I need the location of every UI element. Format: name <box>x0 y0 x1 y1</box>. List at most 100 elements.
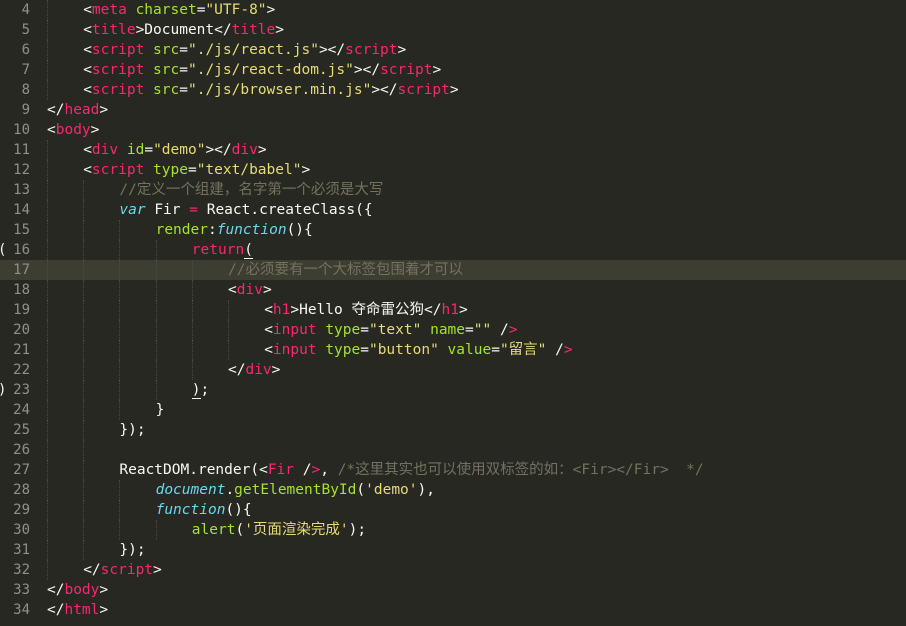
code-line[interactable]: 12 <script type="text/babel"> <box>0 160 906 180</box>
code-token: > <box>311 462 321 478</box>
indent-guide <box>83 520 85 540</box>
code-text: alert('页面渲染完成'); <box>192 520 366 540</box>
code-text: </body> <box>47 580 108 600</box>
code-line[interactable]: 31}); <box>0 540 906 560</box>
code-token: > <box>271 362 281 378</box>
indent-guide <box>47 540 48 560</box>
code-line[interactable]: 20 <input type="text" name="" /> <box>0 320 906 340</box>
code-line[interactable]: 15 render:function(){ <box>0 220 906 240</box>
code-line[interactable]: 34 </html> <box>0 600 906 620</box>
code-token: "" <box>473 322 492 338</box>
code-token: src <box>153 82 180 98</box>
code-line[interactable]: 8 <script src="./js/browser.min.js"></scr… <box>0 80 906 100</box>
code-line[interactable]: 4 <meta charset="UTF-8"> <box>0 0 906 20</box>
code-line[interactable]: 13 //定义一个组建，名字第一个必须是大写 <box>0 180 906 200</box>
code-line[interactable]: 6 <script src="./js/react.js"></script> <box>0 40 906 60</box>
code-line[interactable]: 22 </div> <box>0 360 906 380</box>
code-token: ) <box>191 382 201 399</box>
code-text: }); <box>119 420 145 440</box>
code-token: div <box>91 142 119 158</box>
code-token: "./js/react.js" <box>187 42 319 58</box>
fold-marker[interactable]: ( <box>0 240 6 260</box>
indent-guide <box>47 360 48 380</box>
code-token: charset <box>135 2 197 18</box>
code-line[interactable]: 18 <div> <box>0 280 906 300</box>
code-line[interactable]: 29 function(){ <box>0 500 906 520</box>
line-number: 12 <box>13 162 30 178</box>
code-line[interactable]: 26 <box>0 440 906 460</box>
code-token: body <box>55 122 91 138</box>
code-token: Fir <box>145 202 190 218</box>
code-token: "button" <box>368 342 439 358</box>
indent-guide <box>119 220 121 240</box>
code-token: ; <box>200 382 210 398</box>
code-line[interactable]: 21 <input type="button" value="留言" /> <box>0 340 906 360</box>
code-line[interactable]: 28 document.getElementById('demo'), <box>0 480 906 500</box>
code-line[interactable]: 25}); <box>0 420 906 440</box>
code-token: . <box>225 482 235 498</box>
code-token: / <box>546 342 564 358</box>
code-token: Fir <box>267 462 295 478</box>
code-line[interactable]: 7 <script src="./js/react-dom.js"></scrip… <box>0 60 906 80</box>
code-token: = <box>360 322 369 338</box>
code-line[interactable]: 17 //必须要有一个大标签包围着才可以 <box>0 260 906 280</box>
code-token: function <box>155 502 226 518</box>
code-line[interactable]: 30 alert('页面渲染完成'); <box>0 520 906 540</box>
code-text: }); <box>119 540 145 560</box>
indent-guide <box>47 560 48 580</box>
line-number: 33 <box>13 582 30 598</box>
indent-guide <box>47 140 48 160</box>
code-line[interactable]: 33 </body> <box>0 580 906 600</box>
indent-guide <box>47 400 48 420</box>
code-line[interactable]: 16(return( <box>0 240 906 260</box>
code-token: ></ <box>318 42 346 58</box>
code-line[interactable]: 24} <box>0 400 906 420</box>
code-line[interactable]: 10 <body> <box>0 120 906 140</box>
line-number: 14 <box>13 202 30 218</box>
indent-guide <box>119 400 121 420</box>
code-text: <script type="text/babel"> <box>83 160 310 180</box>
code-token: < <box>264 342 273 358</box>
code-token: ( <box>235 522 245 538</box>
code-token: = <box>179 42 188 58</box>
code-token: function <box>216 222 287 238</box>
code-text: <input type="text" name="" /> <box>264 320 517 340</box>
line-number: 7 <box>21 62 30 78</box>
code-token: React.createClass({ <box>197 202 373 218</box>
code-token: > <box>90 122 100 138</box>
code-line[interactable]: 14 var Fir = React.createClass({ <box>0 200 906 220</box>
line-number: 26 <box>13 442 30 458</box>
code-token: head <box>64 102 100 118</box>
code-token: document <box>155 482 226 498</box>
code-line[interactable]: 11 <div id="demo"></div> <box>0 140 906 160</box>
code-token: ), <box>417 482 435 498</box>
code-editor[interactable]: 4 <meta charset="UTF-8"> 5 <title>Document<… <box>0 0 906 626</box>
indent-guide <box>83 220 85 240</box>
indent-guide <box>83 500 85 520</box>
indent-guide <box>119 380 121 400</box>
indent-guide <box>191 260 193 280</box>
code-token: html <box>64 602 100 618</box>
code-line[interactable]: 9 </head> <box>0 100 906 120</box>
code-line[interactable]: 27 ReactDOM.render(<Fir />, /*这里其实也可以使用双标… <box>0 460 906 480</box>
code-token: }); <box>119 542 146 558</box>
code-token: = <box>187 162 197 178</box>
code-text: var Fir = React.createClass({ <box>119 200 372 220</box>
indent-guide <box>155 380 157 400</box>
code-token: : <box>207 222 217 238</box>
code-token: div <box>231 142 258 158</box>
indent-guide <box>191 280 193 300</box>
indent-guide <box>119 320 121 340</box>
indent-guide <box>47 240 48 260</box>
fold-marker[interactable]: ) <box>0 380 6 400</box>
code-token: ></ <box>353 62 381 78</box>
code-line[interactable]: 32 </script> <box>0 560 906 580</box>
code-token: meta <box>91 2 127 18</box>
code-line[interactable]: 19 <h1>Hello 夺命雷公狗</h1> <box>0 300 906 320</box>
code-text: <script src="./js/react.js"></script> <box>83 40 406 60</box>
indent-guide <box>83 360 85 380</box>
code-line[interactable]: 5 <title>Document</title> <box>0 20 906 40</box>
code-token: </ <box>47 582 65 598</box>
code-line[interactable]: 23)); <box>0 380 906 400</box>
code-token: </ <box>47 602 65 618</box>
